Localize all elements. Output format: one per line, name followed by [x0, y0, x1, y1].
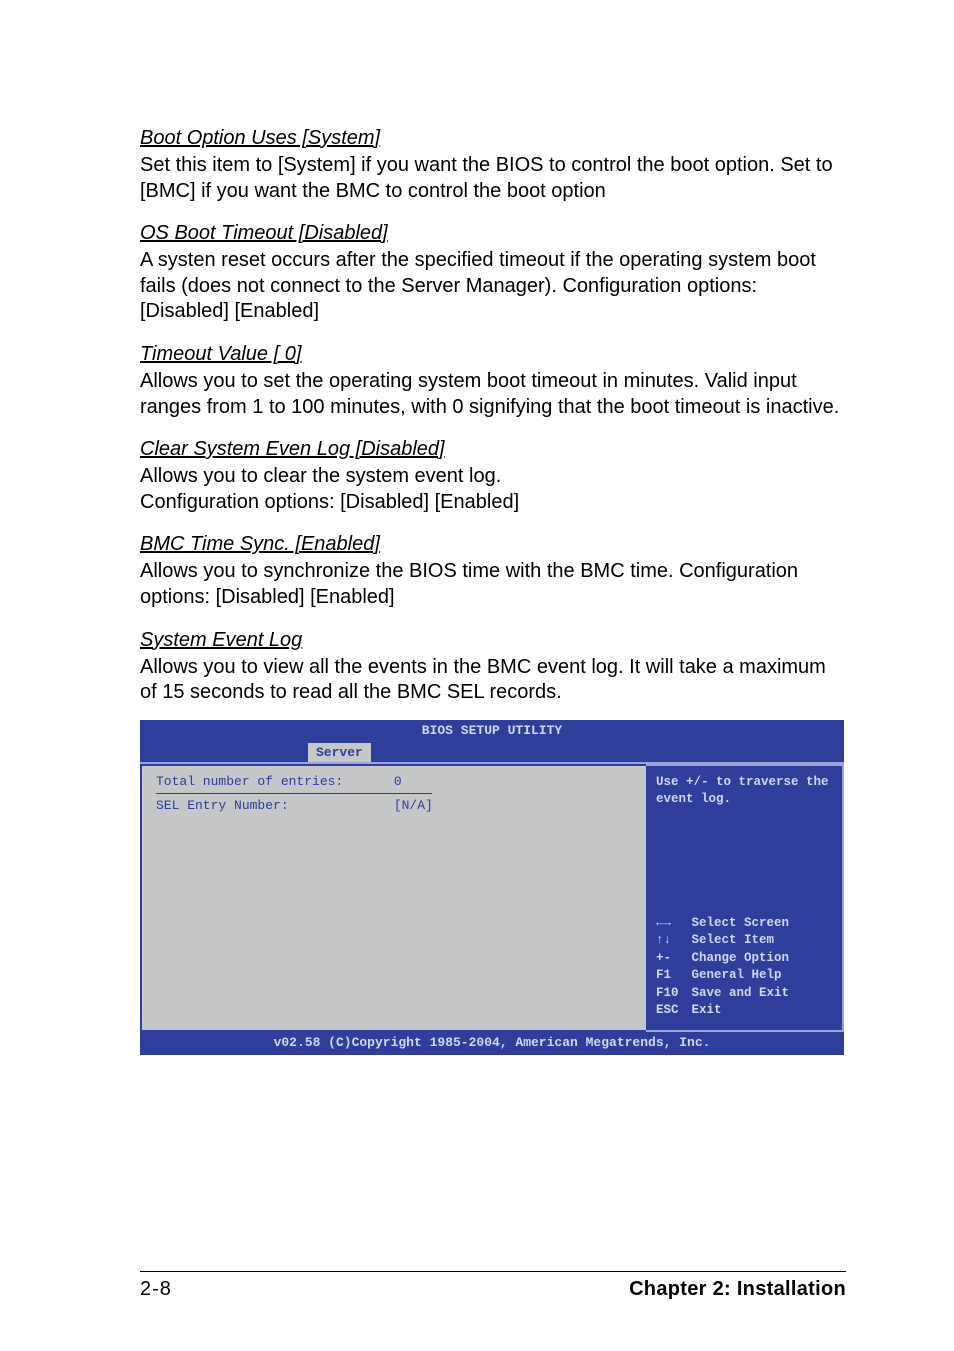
heading: Timeout Value [ 0]	[140, 341, 846, 367]
key-label: Change Option	[692, 951, 790, 965]
value: 0	[394, 774, 402, 789]
value: [N/A]	[394, 798, 433, 813]
key-save-exit: F10 Save and Exit	[656, 985, 832, 1003]
section-bmc-time-sync: BMC Time Sync. [Enabled] Allows you to s…	[140, 531, 846, 610]
divider	[156, 793, 432, 794]
body-text: Allows you to clear the system event log…	[140, 464, 846, 515]
key-label: General Help	[692, 968, 782, 982]
esc-key: ESC	[656, 1002, 684, 1020]
heading: Boot Option Uses [System]	[140, 125, 846, 151]
section-system-event-log: System Event Log Allows you to view all …	[140, 627, 846, 706]
bios-tab-row: Server	[140, 740, 844, 762]
body-text: Set this item to [System] if you want th…	[140, 153, 846, 204]
arrows-up-down-icon: ↑↓	[656, 932, 684, 950]
section-boot-option-uses: Boot Option Uses [System] Set this item …	[140, 125, 846, 204]
bios-row-sel-entry[interactable]: SEL Entry Number: [N/A]	[156, 798, 632, 813]
bios-tab-server[interactable]: Server	[308, 743, 371, 762]
key-change-option: +- Change Option	[656, 950, 832, 968]
label: SEL Entry Number:	[156, 798, 386, 813]
heading: BMC Time Sync. [Enabled]	[140, 531, 846, 557]
bios-help-text: Use +/- to traverse the event log.	[656, 774, 832, 808]
heading: System Event Log	[140, 627, 846, 653]
bios-left-pane: Total number of entries: 0 SEL Entry Num…	[140, 764, 646, 1032]
key-exit: ESC Exit	[656, 1002, 832, 1020]
bios-row-total-entries[interactable]: Total number of entries: 0	[156, 774, 632, 789]
f1-key: F1	[656, 967, 684, 985]
label: Total number of entries:	[156, 774, 386, 789]
heading: OS Boot Timeout [Disabled]	[140, 220, 846, 246]
key-label: Select Item	[692, 933, 775, 947]
page-footer: 2-8 Chapter 2: Installation	[140, 1271, 846, 1301]
plus-minus-icon: +-	[656, 950, 684, 968]
key-select-item: ↑↓ Select Item	[656, 932, 832, 950]
section-clear-system-event-log: Clear System Even Log [Disabled] Allows …	[140, 436, 846, 515]
bios-title: BIOS SETUP UTILITY	[140, 720, 844, 738]
key-general-help: F1 General Help	[656, 967, 832, 985]
body-text: Allows you to set the operating system b…	[140, 369, 846, 420]
page-number: 2-8	[140, 1278, 172, 1301]
key-label: Save and Exit	[692, 986, 790, 1000]
section-timeout-value: Timeout Value [ 0] Allows you to set the…	[140, 341, 846, 420]
body-text: Allows you to view all the events in the…	[140, 655, 846, 706]
bios-key-legend: ←→ Select Screen ↑↓ Select Item +- Chang…	[656, 915, 832, 1020]
section-os-boot-timeout: OS Boot Timeout [Disabled] A systen rese…	[140, 220, 846, 325]
bios-right-pane: Use +/- to traverse the event log. ←→ Se…	[646, 764, 844, 1032]
heading: Clear System Even Log [Disabled]	[140, 436, 846, 462]
key-label: Select Screen	[692, 916, 790, 930]
chapter-title: Chapter 2: Installation	[629, 1278, 846, 1301]
arrows-left-right-icon: ←→	[656, 915, 684, 933]
body-text: A systen reset occurs after the specifie…	[140, 248, 846, 325]
key-label: Exit	[692, 1003, 722, 1017]
f10-key: F10	[656, 985, 684, 1003]
bios-footer: v02.58 (C)Copyright 1985-2004, American …	[140, 1032, 844, 1055]
bios-setup-utility: BIOS SETUP UTILITY Server Total number o…	[140, 720, 844, 1055]
body-text: Allows you to synchronize the BIOS time …	[140, 559, 846, 610]
key-select-screen: ←→ Select Screen	[656, 915, 832, 933]
